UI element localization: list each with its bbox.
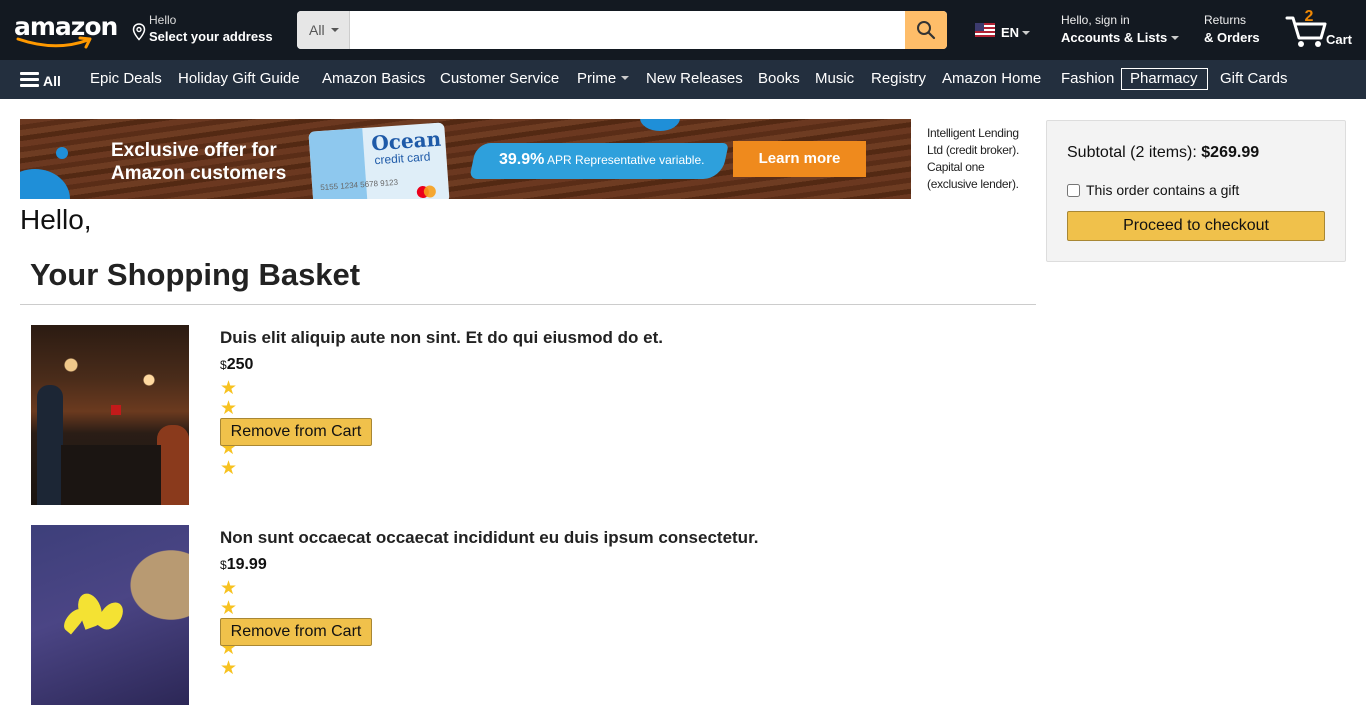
nav-link-epic-deals[interactable]: Epic Deals [90,70,162,87]
top-nav: amazon Hello Select your address All EN … [0,0,1366,60]
divider [20,304,1036,305]
credit-card-ad-banner[interactable]: Exclusive offer for Amazon customers Oce… [20,119,911,199]
star-icon: ★ [220,598,238,619]
learn-more-button[interactable]: Learn more [733,141,866,177]
product-title[interactable]: Non sunt occaecat occaecat incididunt eu… [220,528,758,548]
star-icon: ★ [220,398,238,419]
greeting: Hello, [20,204,92,235]
product-image[interactable] [31,325,189,505]
chevron-down-icon [1022,31,1030,35]
nav-link-books[interactable]: Books [758,70,800,87]
cart-item: Duis elit aliquip aute non sint. Et do q… [31,325,1031,505]
cart-link[interactable]: 2 Cart [1285,8,1360,50]
search-button[interactable] [905,11,947,49]
nav-link-holiday-gift-guide[interactable]: Holiday Gift Guide [178,70,300,87]
chevron-down-icon [621,76,630,80]
product-price: $19.99 [220,556,267,573]
page-title: Your Shopping Basket [30,257,361,292]
banner-headline: Exclusive offer for Amazon customers [111,140,287,184]
chevron-down-icon [331,28,339,32]
us-flag-icon [975,23,995,37]
cart-item: Non sunt occaecat occaecat incididunt eu… [31,525,1031,705]
subtotal-panel: Subtotal (2 items): $269.99 This order c… [1046,120,1346,262]
credit-card-image: Ocean credit card 5155 1234 5678 9123 [308,122,450,199]
star-icon: ★ [220,458,238,479]
nav-link-amazon-basics[interactable]: Amazon Basics [322,70,425,87]
nav-link-pharmacy[interactable]: Pharmacy [1121,68,1208,90]
nav-link-amazon-home[interactable]: Amazon Home [942,70,1041,87]
apr-text: 39.9% APR Representative variable. [499,151,705,168]
gift-checkbox[interactable] [1067,184,1080,197]
location-pin-icon [132,23,146,41]
account-menu[interactable]: Hello, sign in Accounts & Lists [1061,13,1180,45]
proceed-to-checkout-button[interactable]: Proceed to checkout [1067,211,1325,241]
search-input[interactable] [350,11,905,49]
hamburger-menu-icon [20,72,39,88]
nav-link-fashion[interactable]: Fashion [1061,70,1114,87]
product-title[interactable]: Duis elit aliquip aute non sint. Et do q… [220,328,663,348]
star-icon: ★ [220,578,238,599]
star-icon: ★ [220,378,238,399]
nav-link-customer-service[interactable]: Customer Service [440,70,559,87]
smile-arrow-icon [16,36,92,49]
cart-count-badge: 2 [1304,8,1314,25]
nav-link-music[interactable]: Music [815,70,854,87]
returns-orders-link[interactable]: Returns & Orders [1204,13,1260,45]
remove-from-cart-button[interactable]: Remove from Cart [220,618,372,646]
nav-link-new-releases[interactable]: New Releases [646,70,743,87]
secondary-nav: All Epic Deals Holiday Gift Guide Amazon… [0,60,1366,99]
star-rating: ★★★★★ [220,378,238,479]
subtotal-text: Subtotal (2 items): $269.99 [1067,144,1260,161]
nav-link-gift-cards[interactable]: Gift Cards [1220,70,1288,87]
search-category-dropdown[interactable]: All [297,11,350,49]
search-bar: All [297,11,947,49]
product-image[interactable] [31,525,189,705]
remove-from-cart-button[interactable]: Remove from Cart [220,418,372,446]
chevron-down-icon [1171,36,1180,40]
amazon-logo[interactable]: amazon [14,12,118,50]
star-rating: ★★★★★ [220,578,238,679]
nav-link-registry[interactable]: Registry [871,70,926,87]
banner-disclaimer: Intelligent Lending Ltd (credit broker).… [927,126,1020,191]
product-price: $250 [220,356,254,373]
star-icon: ★ [220,658,238,679]
nav-link-prime[interactable]: Prime [577,70,630,87]
search-icon [917,21,936,40]
